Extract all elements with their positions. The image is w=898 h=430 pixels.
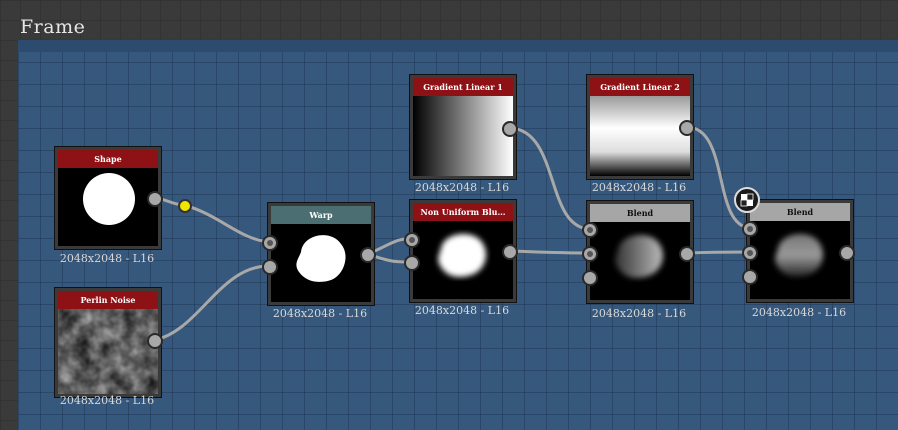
- input-pin[interactable]: [742, 269, 758, 285]
- output-pin[interactable]: [679, 120, 695, 136]
- node-blend-1[interactable]: Blend: [587, 201, 693, 303]
- node-resolution: 2048x2048 - L16: [59, 252, 155, 265]
- wire-blur-to-blend1: [509, 249, 591, 255]
- input-pin[interactable]: [742, 245, 758, 261]
- wire-grad1-to-blend1: [509, 126, 591, 231]
- node-header: Blend: [750, 203, 850, 221]
- node-thumbnail: [271, 224, 371, 302]
- output-pin[interactable]: [679, 246, 695, 262]
- node-gradient-linear-2[interactable]: Gradient Linear 2: [587, 75, 693, 179]
- node-perlin-noise[interactable]: Perlin Noise: [55, 288, 161, 397]
- node-thumbnail: [750, 221, 850, 299]
- node-header: Non Uniform Blu…: [413, 203, 513, 221]
- node-thumbnail: [590, 222, 690, 300]
- input-pin[interactable]: [262, 235, 278, 251]
- wire-grad2-to-blend2: [686, 125, 751, 230]
- node-resolution: 2048x2048 - L16: [414, 181, 510, 194]
- input-pin[interactable]: [404, 232, 420, 248]
- output-pin[interactable]: [147, 333, 163, 349]
- node-header: Shape: [58, 150, 158, 168]
- node-shape[interactable]: Shape: [55, 147, 161, 249]
- input-pin[interactable]: [404, 255, 420, 271]
- node-resolution: 2048x2048 - L16: [591, 307, 687, 320]
- output-pin[interactable]: [360, 247, 376, 263]
- node-resolution: 2048x2048 - L16: [751, 306, 847, 319]
- node-thumbnail: [590, 96, 690, 176]
- node-header: Perlin Noise: [58, 291, 158, 309]
- node-thumbnail: [413, 221, 513, 299]
- node-thumbnail: [413, 96, 513, 176]
- node-resolution: 2048x2048 - L16: [59, 394, 155, 407]
- input-pin[interactable]: [582, 270, 598, 286]
- node-non-uniform-blur[interactable]: Non Uniform Blu…: [410, 200, 516, 302]
- node-thumbnail: [58, 168, 158, 246]
- output-pin[interactable]: [147, 191, 163, 207]
- input-pin[interactable]: [742, 221, 758, 237]
- node-resolution: 2048x2048 - L16: [272, 307, 368, 320]
- node-warp[interactable]: Warp: [268, 203, 374, 305]
- node-header: Gradient Linear 2: [590, 78, 690, 96]
- node-header: Gradient Linear 1: [413, 78, 513, 96]
- node-blend-2[interactable]: Blend: [747, 200, 853, 302]
- node-gradient-linear-1[interactable]: Gradient Linear 1: [410, 75, 516, 179]
- input-pin[interactable]: [582, 246, 598, 262]
- node-thumbnail: [58, 309, 158, 394]
- input-pin[interactable]: [262, 259, 278, 275]
- node-header: Blend: [590, 204, 690, 222]
- output-pin[interactable]: [502, 244, 518, 260]
- wire-blend1-to-blend2: [686, 250, 751, 255]
- output-pin[interactable]: [839, 245, 855, 261]
- node-header: Warp: [271, 206, 371, 224]
- output-pin[interactable]: [502, 121, 518, 137]
- wire-reroute-to-warp: [183, 203, 271, 244]
- wire-perlin-to-warp: [154, 264, 271, 342]
- checker-comment-icon[interactable]: [734, 187, 760, 213]
- node-resolution: 2048x2048 - L16: [591, 181, 687, 194]
- input-pin[interactable]: [582, 222, 598, 238]
- yellow-dot-icon[interactable]: [178, 199, 192, 213]
- node-resolution: 2048x2048 - L16: [414, 304, 510, 317]
